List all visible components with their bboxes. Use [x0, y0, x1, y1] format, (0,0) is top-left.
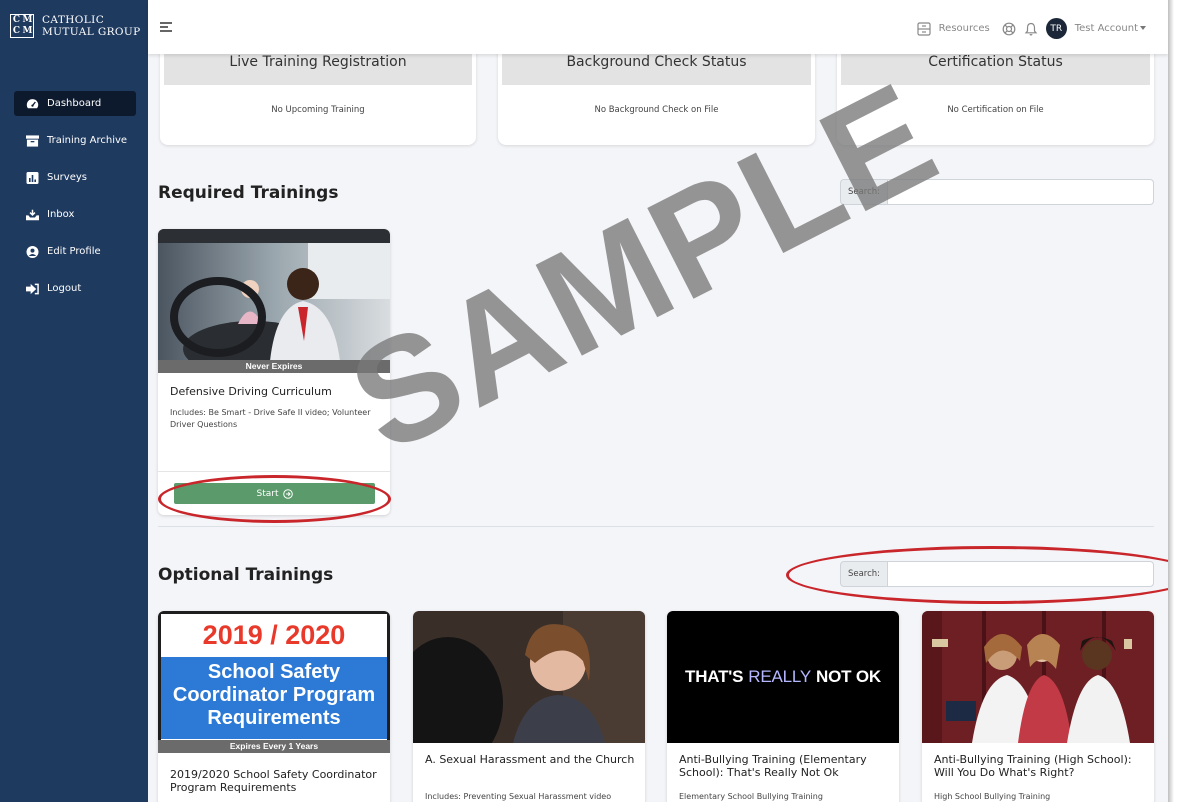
status-card-title: Live Training Registration: [229, 54, 407, 70]
training-description: Includes: Preventing Sexual Harassment v…: [425, 792, 612, 801]
status-card-body: No Certification on File: [947, 105, 1044, 115]
logo-mark-icon: C M C M: [10, 14, 34, 38]
top-bar: Resources TR Test Account: [148, 0, 1168, 54]
bullying-video-thumbnail: THAT'S REALLY NOT OK: [667, 611, 899, 743]
poster-year: 2019 / 2020: [202, 620, 346, 650]
training-description: Includes: Be Smart - Drive Safe II video…: [170, 408, 371, 429]
required-search-input[interactable]: [888, 179, 1154, 205]
harassment-video-thumbnail: [413, 611, 645, 743]
driving-video-thumbnail: [158, 229, 390, 361]
search-label: Search:: [840, 179, 888, 205]
menu-toggle-icon[interactable]: [160, 22, 172, 34]
required-search: Search:: [840, 179, 1154, 205]
section-divider: [158, 526, 1154, 527]
status-card-body: No Upcoming Training: [271, 105, 365, 115]
expiration-ribbon: Expires Every 1 Years: [158, 740, 390, 753]
status-card-title: Certification Status: [928, 54, 1063, 70]
training-card-school-safety[interactable]: 2019 / 2020 School Safety Coordinator Pr…: [158, 611, 390, 802]
sidebar-item-inbox[interactable]: Inbox: [14, 202, 136, 227]
poster-banner: School Safety Coordinator Program Requir…: [161, 657, 387, 739]
expiration-ribbon: Never Expires: [158, 360, 390, 373]
user-circle-icon: [26, 245, 39, 258]
caret-down-icon: [1140, 26, 1146, 30]
training-title: A. Sexual Harassment and the Church: [425, 753, 635, 766]
training-title: Defensive Driving Curriculum: [170, 385, 332, 398]
support-lifebuoy-icon[interactable]: [1002, 22, 1016, 36]
training-card-defensive-driving[interactable]: Never Expires Defensive Driving Curricul…: [158, 229, 390, 515]
sidebar-item-training-archive[interactable]: Training Archive: [14, 128, 136, 153]
search-label: Search:: [840, 561, 888, 587]
training-title: 2019/2020 School Safety Coordinator Prog…: [170, 768, 377, 794]
sidebar: C M C M CATHOLIC MUTUAL GROUP Dashboard: [0, 0, 148, 802]
optional-trainings-title: Optional Trainings: [158, 565, 334, 585]
optional-search: Search:: [840, 561, 1154, 587]
status-card-body: No Background Check on File: [594, 105, 719, 115]
training-description: Elementary School Bullying Training: [679, 792, 823, 801]
app-window: C M C M CATHOLIC MUTUAL GROUP Dashboard: [0, 0, 1168, 802]
status-card-title: Background Check Status: [566, 54, 747, 70]
inbox-icon: [26, 209, 39, 221]
tachometer-icon: [26, 98, 39, 110]
brand-logo[interactable]: C M C M CATHOLIC MUTUAL GROUP: [10, 14, 141, 38]
training-card-bullying-elementary[interactable]: THAT'S REALLY NOT OK Anti-Bullying Train…: [667, 611, 899, 802]
sidebar-item-logout[interactable]: Logout: [14, 276, 136, 301]
arrow-circle-right-icon: [282, 488, 293, 499]
sidebar-nav: Dashboard Training Archive Surveys Inbox: [14, 91, 136, 313]
account-menu[interactable]: Test Account: [1075, 23, 1146, 34]
sidebar-item-edit-profile[interactable]: Edit Profile: [14, 239, 136, 264]
resources-icon[interactable]: [917, 21, 931, 36]
optional-search-input[interactable]: [888, 561, 1154, 587]
bell-icon[interactable]: [1024, 22, 1038, 36]
training-card-sexual-harassment[interactable]: A. Sexual Harassment and the Church Incl…: [413, 611, 645, 802]
start-button[interactable]: Start: [174, 483, 375, 504]
avatar[interactable]: TR: [1045, 18, 1067, 39]
training-card-bullying-high-school[interactable]: Anti-Bullying Training (High School): Wi…: [922, 611, 1154, 802]
required-trainings-title: Required Trainings: [158, 183, 339, 203]
school-safety-poster: 2019 / 2020 School Safety Coordinator Pr…: [158, 611, 390, 743]
sidebar-item-dashboard[interactable]: Dashboard: [14, 91, 136, 116]
page-margin: [1168, 0, 1201, 802]
chart-icon: [26, 171, 39, 184]
training-title: Anti-Bullying Training (Elementary Schoo…: [679, 753, 867, 779]
archive-icon: [26, 134, 39, 147]
sidebar-item-surveys[interactable]: Surveys: [14, 165, 136, 190]
logout-icon: [26, 283, 39, 295]
high-school-video-thumbnail: [922, 611, 1154, 743]
top-bar-actions: Resources TR Test Account: [917, 18, 1146, 39]
training-title: Anti-Bullying Training (High School): Wi…: [934, 753, 1132, 779]
resources-link[interactable]: Resources: [939, 23, 990, 34]
training-description: High School Bullying Training: [934, 792, 1051, 801]
brand-name: CATHOLIC MUTUAL GROUP: [42, 14, 141, 38]
